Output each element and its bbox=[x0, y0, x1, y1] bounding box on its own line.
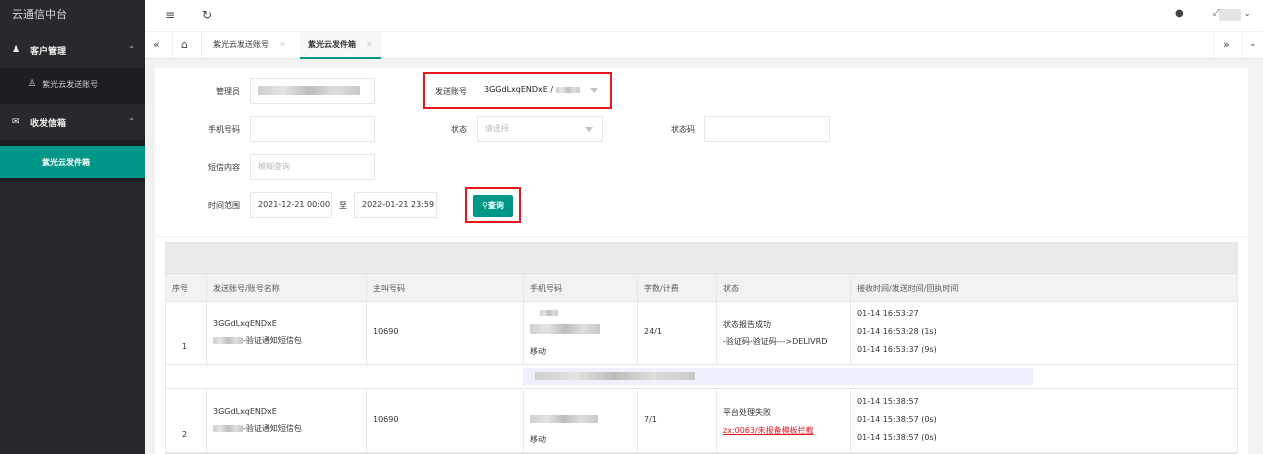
table-row-content bbox=[166, 365, 1237, 389]
row-count: 7/1 bbox=[644, 415, 657, 424]
row-send-time: 01-14 16:53:28 (1s) bbox=[857, 327, 937, 336]
app-title: 云通信中台 bbox=[12, 8, 67, 21]
scroll-right-icon[interactable]: » bbox=[1223, 38, 1230, 51]
table-header: 序号 发送账号/账号名称 主叫号码 手机号码 字数/计费 状态 接收时间/发送时… bbox=[166, 276, 1237, 302]
table-toolbar bbox=[166, 243, 1237, 275]
row-receipt-time: 01-14 15:38:57 (0s) bbox=[857, 433, 937, 442]
row-status-detail: -验证码-验证码--->DELIVRD bbox=[723, 337, 828, 346]
menu-fold-icon[interactable]: ≡ bbox=[165, 8, 175, 22]
row-carrier: 移动 bbox=[530, 435, 546, 444]
sidebar-group-label: 收发信箱 bbox=[30, 118, 67, 129]
status-code-input[interactable] bbox=[704, 116, 830, 142]
home-icon[interactable]: ⌂ bbox=[181, 38, 188, 51]
main-content: 管理员 发送账号 3GGdLxqENDxE / 手机号码 状态 请选择 状态码 … bbox=[155, 68, 1248, 454]
start-time-input[interactable]: 2021-12-21 00:00 bbox=[250, 192, 332, 218]
col-index: 序号 bbox=[172, 284, 188, 293]
sidebar-group-customer[interactable]: ♟ 客户管理 ⌃ bbox=[0, 32, 145, 68]
theme-icon[interactable]: ● bbox=[1175, 8, 1184, 19]
table-row: 1 3GGdLxqENDxE -验证通知短信包 10690 移动 24/1 状态… bbox=[166, 302, 1237, 365]
table-row: 2 3GGdLxqENDxE -验证通知短信包 10690 移动 7/1 平台处… bbox=[166, 390, 1237, 453]
sidebar: 云通信中台 ♟ 客户管理 ⌃ ♙ 紫光云发送账号 ✉ 收发信箱 ⌃ 紫光云发件箱 bbox=[0, 0, 145, 454]
row-status: 平台处理失败 bbox=[723, 408, 771, 417]
row-receipt-time: 01-14 16:53:37 (9s) bbox=[857, 345, 937, 354]
row-status: 状态报告成功 bbox=[723, 320, 771, 329]
sidebar-group-mailbox[interactable]: ✉ 收发信箱 ⌃ bbox=[0, 104, 145, 140]
row-carrier: 移动 bbox=[530, 347, 546, 356]
avatar[interactable] bbox=[1219, 9, 1241, 21]
close-icon[interactable]: ✕ bbox=[279, 40, 286, 49]
col-account: 发送账号/账号名称 bbox=[206, 276, 366, 302]
row-receive-time: 01-14 15:38:57 bbox=[857, 397, 919, 406]
sidebar-item-outbox[interactable]: 紫光云发件箱 bbox=[0, 146, 145, 178]
chevron-down-icon bbox=[585, 127, 593, 132]
tab-label: 紫光云发送账号 bbox=[213, 40, 269, 49]
end-time-input[interactable]: 2022-01-21 23:59 bbox=[354, 192, 437, 218]
sidebar-item-label: 紫光云发件箱 bbox=[42, 157, 90, 167]
inbox-icon: ✉ bbox=[12, 117, 20, 127]
row-account: 3GGdLxqENDxE bbox=[213, 319, 277, 328]
sms-content-preview bbox=[523, 368, 1033, 385]
row-account-name: -验证通知短信包 bbox=[243, 336, 302, 345]
tab-label: 紫光云发件箱 bbox=[308, 40, 356, 49]
col-phone: 手机号码 bbox=[523, 276, 637, 302]
admin-field[interactable] bbox=[250, 78, 375, 104]
phone-label: 手机号码 bbox=[208, 125, 240, 134]
sidebar-item-send-account[interactable]: ♙ 紫光云发送账号 bbox=[0, 68, 145, 100]
chevron-up-icon: ⌃ bbox=[128, 117, 135, 126]
tab-send-account[interactable]: 紫光云发送账号 ✕ bbox=[205, 32, 294, 59]
row-count: 24/1 bbox=[644, 327, 662, 336]
chevron-down-icon[interactable]: ⌄ bbox=[1243, 9, 1251, 19]
highlight-box bbox=[465, 187, 521, 223]
sms-content-label: 短信内容 bbox=[208, 163, 240, 172]
row-account-name: -验证通知短信包 bbox=[243, 424, 302, 433]
scroll-left-icon[interactable]: « bbox=[153, 38, 160, 51]
outbox-table: 序号 发送账号/账号名称 主叫号码 手机号码 字数/计费 状态 接收时间/发送时… bbox=[165, 242, 1238, 454]
row-index: 2 bbox=[182, 430, 188, 439]
sms-content-input[interactable]: 模糊查询 bbox=[250, 154, 375, 180]
row-status-detail-link[interactable]: zx:0063/未报备模板拦截 bbox=[723, 425, 814, 436]
col-caller: 主叫号码 bbox=[366, 276, 523, 302]
highlight-box bbox=[423, 72, 612, 109]
row-caller: 10690 bbox=[373, 415, 399, 424]
admin-label: 管理员 bbox=[216, 87, 240, 96]
time-range-label: 时间范围 bbox=[208, 201, 240, 210]
chevron-down-icon[interactable]: ⌄ bbox=[1249, 39, 1257, 49]
status-select[interactable]: 请选择 bbox=[477, 116, 603, 142]
col-status: 状态 bbox=[716, 276, 850, 302]
chevron-up-icon: ⌃ bbox=[128, 45, 135, 54]
sidebar-group-label: 客户管理 bbox=[30, 46, 67, 57]
row-index: 1 bbox=[182, 342, 188, 351]
refresh-icon[interactable]: ↻ bbox=[202, 8, 212, 22]
account-icon: ♙ bbox=[28, 79, 37, 89]
col-times: 接收时间/发送时间/回执时间 bbox=[850, 276, 1237, 302]
col-count: 字数/计费 bbox=[637, 276, 716, 302]
range-to-label: 至 bbox=[339, 201, 347, 210]
status-code-label: 状态码 bbox=[671, 125, 695, 134]
row-account: 3GGdLxqENDxE bbox=[213, 407, 277, 416]
sidebar-item-label: 紫光云发送账号 bbox=[42, 79, 99, 89]
tab-outbox[interactable]: 紫光云发件箱 ✕ bbox=[300, 32, 381, 59]
row-send-time: 01-14 15:38:57 (0s) bbox=[857, 415, 937, 424]
status-label: 状态 bbox=[451, 125, 467, 134]
row-receive-time: 01-14 16:53:27 bbox=[857, 309, 919, 318]
phone-input[interactable] bbox=[250, 116, 375, 142]
close-icon[interactable]: ✕ bbox=[366, 40, 373, 49]
tabs-bar: « ⌂ 紫光云发送账号 ✕ 紫光云发件箱 ✕ » ⌄ bbox=[145, 32, 1263, 59]
user-icon: ♟ bbox=[12, 45, 21, 55]
top-bar: ≡ ↻ ● ⤢ ⌄ bbox=[145, 0, 1263, 32]
row-caller: 10690 bbox=[373, 327, 399, 336]
